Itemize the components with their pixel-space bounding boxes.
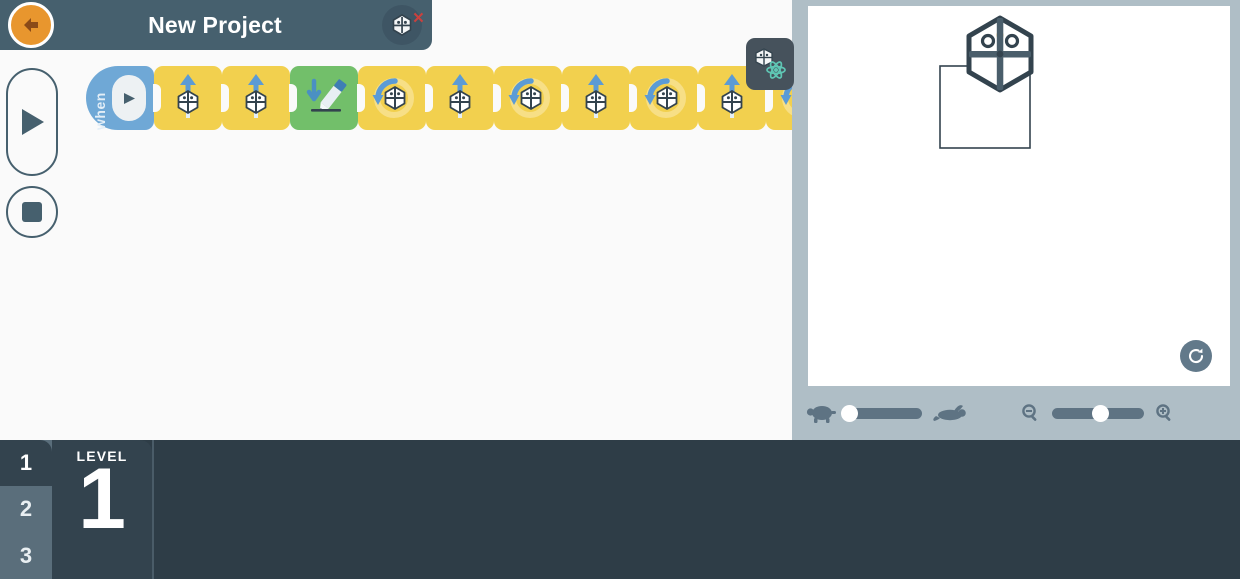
robot-forward-icon <box>154 66 222 130</box>
level-tab-2[interactable]: 2 <box>0 486 52 532</box>
zoom-slider-track[interactable] <box>1052 404 1144 422</box>
palette-bar: 1 2 3 LEVEL 1 when when <box>0 440 1240 579</box>
back-arrow-icon <box>24 18 38 32</box>
robot-turn-left-icon <box>358 66 426 130</box>
simulation-canvas[interactable] <box>808 6 1230 386</box>
move-forward-block[interactable] <box>221 66 297 130</box>
refresh-icon <box>1188 348 1204 364</box>
robot-connect-button[interactable] <box>746 38 794 90</box>
palette-divider <box>152 440 154 579</box>
stop-icon <box>22 202 42 222</box>
script-strip: when <box>86 66 841 130</box>
robot-forward-icon <box>222 66 290 130</box>
page-title: New Project <box>148 11 282 38</box>
level-number: 1 <box>78 451 126 547</box>
robot-drawing <box>939 15 1034 149</box>
robot-disconnected-icon <box>392 14 412 36</box>
simulator-panel <box>792 0 1240 440</box>
title-bar: New Project × <box>0 0 432 50</box>
turn-left-block[interactable] <box>357 66 433 130</box>
robot-forward-icon <box>426 66 494 130</box>
run-button[interactable] <box>6 68 58 176</box>
speed-slider-knob[interactable] <box>841 404 858 422</box>
stop-button[interactable] <box>6 186 58 238</box>
robot-sprite-icon <box>966 15 1034 93</box>
turn-left-block[interactable] <box>493 66 569 130</box>
robot-turn-left-icon <box>630 66 698 130</box>
level-selector: 1 2 3 LEVEL 1 <box>0 440 152 579</box>
zoom-slider-group <box>1020 402 1176 424</box>
robot-turn-left-icon <box>494 66 562 130</box>
block-label: when <box>92 92 108 130</box>
current-level-display: LEVEL 1 <box>52 440 152 579</box>
move-forward-block[interactable] <box>561 66 637 130</box>
robot-status-button[interactable]: × <box>382 5 424 45</box>
pen-down-block[interactable] <box>289 66 365 130</box>
speed-slider-group <box>806 402 966 424</box>
play-icon <box>22 109 44 135</box>
level-tab-1[interactable]: 1 <box>0 440 52 487</box>
workspace-panel: New Project × when <box>0 0 841 440</box>
pen-down-icon <box>290 66 358 130</box>
turn-left-block[interactable] <box>629 66 705 130</box>
robot-connect-icon <box>755 48 786 79</box>
move-forward-block[interactable] <box>425 66 501 130</box>
disconnect-mark: × <box>412 8 424 29</box>
play-icon <box>112 75 146 121</box>
rabbit-icon <box>933 405 966 421</box>
zoom-in-icon[interactable] <box>1154 402 1176 424</box>
robot-forward-icon <box>562 66 630 130</box>
when-program-starts-block[interactable]: when <box>86 66 161 130</box>
turtle-icon <box>806 406 836 423</box>
speed-slider-track[interactable] <box>841 404 922 422</box>
simulator-controls <box>792 386 1240 440</box>
move-forward-block[interactable] <box>153 66 229 130</box>
zoom-out-icon[interactable] <box>1020 402 1042 424</box>
level-tab-3[interactable]: 3 <box>0 533 52 579</box>
level-tab-list: 1 2 3 <box>0 440 52 579</box>
simulation-refresh-button[interactable] <box>1180 340 1212 372</box>
zoom-slider-knob[interactable] <box>1092 404 1109 422</box>
